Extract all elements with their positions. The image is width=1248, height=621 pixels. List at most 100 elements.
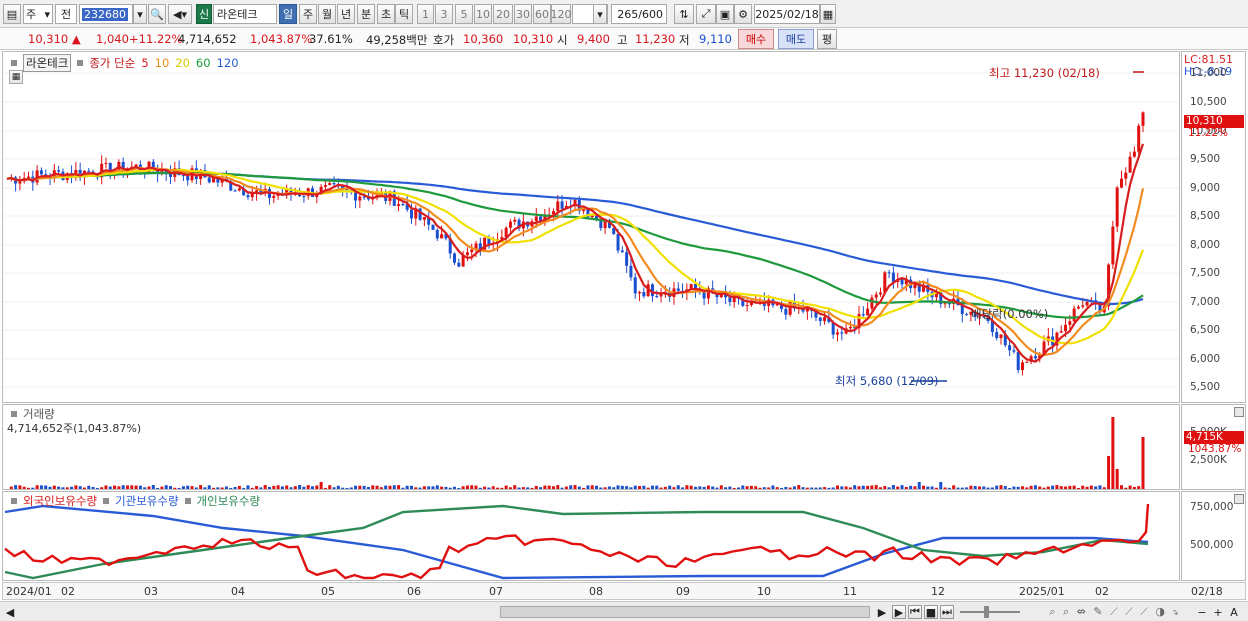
time-label-2: 03 xyxy=(144,585,158,598)
speaker-icon[interactable]: ◀▾ xyxy=(168,4,192,24)
low-annotation: 최저 5,680 (12/09) xyxy=(835,374,939,388)
volume-bar xyxy=(508,487,512,489)
drawing-tools-icon[interactable]: ⌕ ⌕ ⇎ ✎ ⟋ ⟋ ⟋ ◑ ⤵ xyxy=(1040,605,1190,619)
scroll-left-arrow-icon[interactable]: ◀ xyxy=(4,605,16,619)
auto-scale-button[interactable]: A xyxy=(1228,605,1240,619)
period-tab-3[interactable]: 년 xyxy=(337,4,355,24)
volume-bar xyxy=(771,485,775,489)
ma-line-10 xyxy=(6,166,1145,357)
period-number-5[interactable]: 5 xyxy=(455,4,473,24)
volume-bar xyxy=(78,486,82,489)
scroll-right-arrow-icon[interactable]: ▶ xyxy=(876,605,888,619)
volume-bar xyxy=(853,485,857,489)
candle-body xyxy=(470,249,474,253)
zoom-slider[interactable] xyxy=(960,611,1020,613)
price-chart-panel: 라온테크 종가 단순 5 10 20 60 120 ▦ 최고 11,230 (0… xyxy=(2,51,1180,403)
volume-bar xyxy=(1046,486,1050,489)
period-tab-1[interactable]: 주 xyxy=(299,4,317,24)
stop-icon[interactable]: ■ xyxy=(924,605,938,619)
code-dropdown-icon[interactable]: ▾ xyxy=(133,4,147,24)
volume-bar xyxy=(1089,485,1093,489)
volume-bar xyxy=(1076,487,1080,489)
candle-body xyxy=(835,332,839,335)
candle-body xyxy=(861,314,865,316)
period-number-3[interactable]: 3 xyxy=(435,4,453,24)
period-number-120[interactable]: 120 xyxy=(551,4,572,24)
calculator-icon[interactable]: ▦ xyxy=(9,70,23,84)
zoom-in-button[interactable]: + xyxy=(1212,605,1224,619)
volume-bar xyxy=(173,487,177,489)
period-tab-5[interactable]: 초 xyxy=(377,4,395,24)
calendar-icon[interactable]: ▦ xyxy=(820,4,836,24)
candle-body xyxy=(409,209,413,219)
price-chart[interactable] xyxy=(3,52,1179,402)
crosshair-icon[interactable]: ⤢ xyxy=(696,4,716,24)
scroll-thumb[interactable] xyxy=(500,606,870,618)
volume-bar xyxy=(982,486,986,489)
volume-bar xyxy=(947,487,951,489)
zoom-slider-handle[interactable] xyxy=(984,606,989,618)
price-tick-3: 9,500 xyxy=(1190,153,1221,165)
volume-bar xyxy=(909,485,913,489)
period-number-10[interactable]: 10 xyxy=(474,4,492,24)
chart-tools-icon[interactable]: ⇅ xyxy=(674,4,694,24)
legend-marker-icon xyxy=(11,411,17,417)
volume-bar xyxy=(534,485,538,489)
skip-forward-icon[interactable]: ⏭ xyxy=(940,605,954,619)
candle-body xyxy=(534,216,538,222)
panel-close-icon[interactable] xyxy=(1234,494,1244,504)
time-label-13: 02 xyxy=(1095,585,1109,598)
period-number-1[interactable]: 1 xyxy=(417,4,434,24)
zoom-out-button[interactable]: − xyxy=(1196,605,1208,619)
candle-body xyxy=(629,265,633,278)
search-icon[interactable]: 🔍 xyxy=(148,4,166,24)
skip-back-icon[interactable]: ⏮ xyxy=(908,605,922,619)
volume-bar xyxy=(345,487,349,489)
period-tab-0[interactable]: 일 xyxy=(279,4,297,24)
volume-panel: 거래량 4,714,652주(1,043.87%) xyxy=(2,404,1180,490)
prev-select[interactable]: 전 xyxy=(55,4,77,24)
stock-name[interactable]: 라온테크 xyxy=(213,4,277,24)
volume-bar xyxy=(702,486,706,489)
panel-close-icon[interactable] xyxy=(1234,407,1244,417)
candle-body xyxy=(784,308,788,315)
time-label-11: 12 xyxy=(931,585,945,598)
period-tab-2[interactable]: 월 xyxy=(318,4,336,24)
buy-button[interactable]: 매수 xyxy=(738,29,774,49)
sell-button[interactable]: 매도 xyxy=(778,29,814,49)
avg-button[interactable]: 평 xyxy=(817,29,837,49)
volume-bar xyxy=(866,485,870,489)
period-tab-6[interactable]: 틱 xyxy=(395,4,413,24)
period-tab-4[interactable]: 분 xyxy=(357,4,375,24)
save-icon[interactable]: ▣ xyxy=(716,4,734,24)
period-number-20[interactable]: 20 xyxy=(493,4,513,24)
stock-code-input[interactable]: 232680 xyxy=(79,4,133,24)
period-number-30[interactable]: 30 xyxy=(514,4,532,24)
candle-body xyxy=(1068,321,1072,325)
gear-icon[interactable]: ⚙ xyxy=(734,4,752,24)
volume-bar xyxy=(586,485,590,489)
volume-bar xyxy=(177,487,181,489)
volume-bar xyxy=(986,487,990,489)
volume-bar xyxy=(668,485,672,489)
candle-body xyxy=(39,170,43,175)
volume-bar xyxy=(22,486,26,489)
type-select[interactable]: 주 ▾ xyxy=(23,4,53,24)
play-icon[interactable]: ▶ xyxy=(892,605,906,619)
volume-chart[interactable] xyxy=(3,405,1179,489)
custom-period-dropdown-icon[interactable]: ▾ xyxy=(593,4,607,24)
count-input[interactable]: 265/600 xyxy=(611,4,667,24)
volume-bar xyxy=(496,487,500,489)
volume-bar xyxy=(461,486,465,489)
volume-bar xyxy=(349,487,353,489)
chart-menu-icon[interactable]: ▤ xyxy=(3,4,21,24)
period-number-60[interactable]: 60 xyxy=(533,4,551,24)
volume-bar xyxy=(1064,486,1068,489)
candle-body xyxy=(1141,112,1145,126)
date-input[interactable]: 2025/02/18 xyxy=(754,4,820,24)
chart-scrollbar[interactable]: ◀ ▶ ▶ ⏮ ■ ⏭ ⌕ ⌕ ⇎ ✎ ⟋ ⟋ ⟋ ◑ ⤵ − + A xyxy=(0,601,1248,621)
volume-bar xyxy=(280,486,284,489)
volume-bar xyxy=(405,485,409,489)
price-change: 1,040 xyxy=(96,32,129,46)
volume-bar xyxy=(255,485,259,489)
